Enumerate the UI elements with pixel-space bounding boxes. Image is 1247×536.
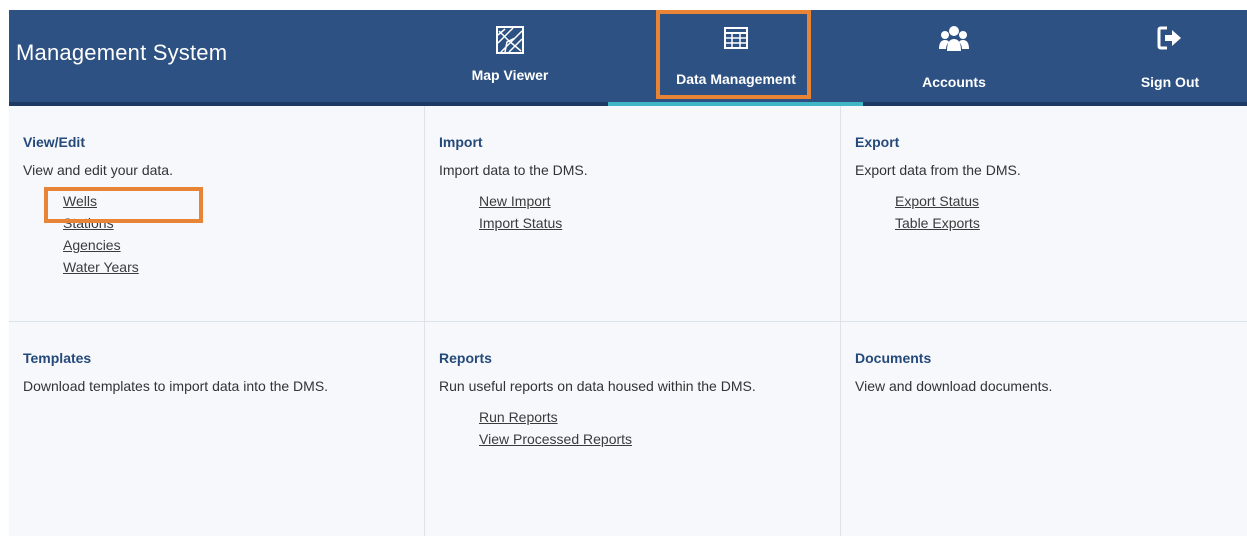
list-item: Run Reports xyxy=(479,408,632,427)
highlight-box xyxy=(656,10,811,99)
link-agencies[interactable]: Agencies xyxy=(63,237,121,253)
link-water-years[interactable]: Water Years xyxy=(63,259,139,275)
section-description: View and download documents. xyxy=(855,378,1053,394)
section-title: Import xyxy=(439,134,483,150)
nav-label: Map Viewer xyxy=(471,67,549,83)
link-view-processed-reports[interactable]: View Processed Reports xyxy=(479,431,632,447)
section-title: Documents xyxy=(855,350,932,366)
section-export: Export Export data from the DMS. Export … xyxy=(841,106,1247,322)
section-title: Export xyxy=(855,134,900,150)
app-title: Management System xyxy=(16,40,228,65)
section-title: Reports xyxy=(439,350,492,366)
map-icon xyxy=(495,25,525,60)
list-item: Import Status xyxy=(479,214,562,233)
link-list: Export Status Table Exports xyxy=(895,192,980,236)
section-reports: Reports Run useful reports on data house… xyxy=(425,322,841,536)
section-description: View and edit your data. xyxy=(23,162,173,178)
top-header: Management System Map Viewer Data Manage… xyxy=(9,10,1247,102)
sign-out-icon xyxy=(1157,25,1183,56)
link-run-reports[interactable]: Run Reports xyxy=(479,409,558,425)
link-new-import[interactable]: New Import xyxy=(479,193,551,209)
section-title: Templates xyxy=(23,350,92,366)
section-view-edit: View/Edit View and edit your data. Wells… xyxy=(9,106,425,322)
list-item: New Import xyxy=(479,192,562,211)
section-import: Import Import data to the DMS. New Impor… xyxy=(425,106,841,322)
list-item: Table Exports xyxy=(895,214,980,233)
highlight-box xyxy=(44,187,203,223)
nav-label: Accounts xyxy=(922,74,986,90)
list-item: Export Status xyxy=(895,192,980,211)
list-item: Water Years xyxy=(63,258,139,277)
link-import-status[interactable]: Import Status xyxy=(479,215,562,231)
link-list: Run Reports View Processed Reports xyxy=(479,408,632,452)
section-title: View/Edit xyxy=(23,134,85,150)
users-icon xyxy=(939,25,969,58)
section-grid: View/Edit View and edit your data. Wells… xyxy=(9,106,1247,536)
link-table-exports[interactable]: Table Exports xyxy=(895,215,980,231)
nav-sign-out[interactable]: Sign Out xyxy=(1090,10,1247,102)
section-description: Import data to the DMS. xyxy=(439,162,588,178)
section-description: Download templates to import data into t… xyxy=(23,378,329,394)
section-description: Export data from the DMS. xyxy=(855,162,1021,178)
section-description: Run useful reports on data housed within… xyxy=(439,378,756,394)
list-item: Agencies xyxy=(63,236,139,255)
link-export-status[interactable]: Export Status xyxy=(895,193,979,209)
section-templates: Templates Download templates to import d… xyxy=(9,322,425,536)
section-documents: Documents View and download documents. xyxy=(841,322,1247,536)
nav-map-viewer[interactable]: Map Viewer xyxy=(430,10,590,102)
nav-accounts[interactable]: Accounts xyxy=(874,10,1034,102)
list-item: View Processed Reports xyxy=(479,430,632,449)
nav-label: Sign Out xyxy=(1140,74,1200,90)
app: Management System Map Viewer Data Manage… xyxy=(9,10,1247,536)
link-list: New Import Import Status xyxy=(479,192,562,236)
